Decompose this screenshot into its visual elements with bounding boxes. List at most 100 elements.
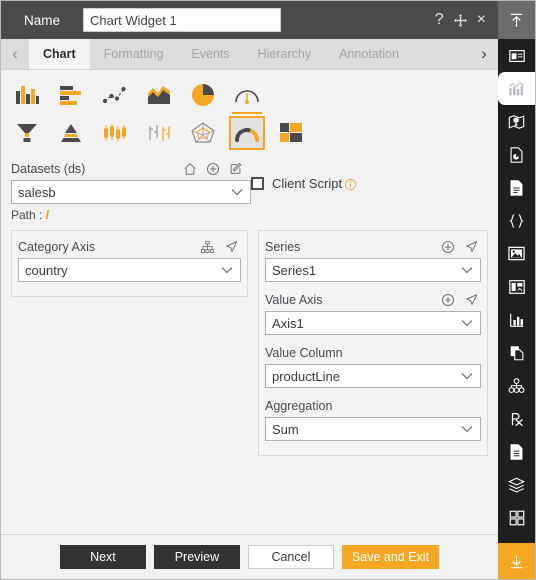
category-axis-select[interactable]: country [18, 258, 241, 282]
dataset-path: Path : / [11, 204, 251, 222]
config-panels: Category Axis country Series Series1 Val… [1, 224, 498, 534]
value-column-select[interactable]: productLine [265, 364, 481, 388]
hierarchy-icon[interactable] [200, 240, 215, 254]
value-axis-actions [441, 293, 481, 307]
value-axis-label: Value Axis [265, 292, 323, 307]
info-icon[interactable] [344, 178, 357, 191]
map-icon[interactable] [498, 105, 535, 138]
value-column-value: productLine [272, 368, 340, 384]
ohlc-chart-icon[interactable] [141, 116, 177, 150]
value-axis-value: Axis1 [272, 315, 304, 331]
tab-formatting[interactable]: Formatting [90, 39, 178, 69]
edit-icon[interactable] [229, 162, 243, 176]
tab-hierarchy[interactable]: Hierarchy [244, 39, 326, 69]
document-list-icon[interactable] [498, 435, 535, 468]
category-axis-actions [200, 240, 241, 254]
tab-chart[interactable]: Chart [29, 39, 90, 69]
series-field: Series Series1 [263, 235, 483, 288]
close-icon[interactable]: × [477, 12, 486, 28]
image-icon[interactable] [498, 237, 535, 270]
value-axis-field: Value Axis Axis1 [263, 288, 483, 341]
right-rail [498, 1, 535, 579]
series-config-panel: Series Series1 Value Axis Axis1 Value Co… [258, 230, 488, 456]
next-button[interactable]: Next [59, 545, 146, 569]
add-circle-icon[interactable] [441, 240, 455, 254]
category-axis-field: Category Axis country [16, 235, 243, 288]
chart-icon[interactable] [498, 72, 535, 105]
dataset-section: Datasets (ds) salesb Path: / [1, 160, 251, 222]
gauge-chart-icon[interactable] [229, 78, 265, 114]
save-and-exit-button[interactable]: Save and Exit [341, 545, 440, 569]
tabs-prev-arrow[interactable]: ‹ [1, 39, 29, 69]
download-icon[interactable] [498, 543, 535, 579]
code-braces-icon[interactable] [498, 204, 535, 237]
value-column-field: Value Column productLine [263, 341, 483, 394]
dialog-titlebar: Name Chart Widget 1 ? × [1, 1, 498, 39]
path-value: / [45, 208, 50, 222]
client-script-checkbox[interactable] [251, 177, 264, 190]
widget-name-input[interactable]: Chart Widget 1 [83, 8, 281, 32]
move-icon[interactable] [453, 13, 468, 28]
aggregation-header: Aggregation [265, 396, 481, 415]
layers-icon[interactable] [498, 468, 535, 501]
area-chart-icon[interactable] [141, 78, 177, 112]
dataset-value: salesb [18, 184, 56, 200]
column-chart-icon[interactable] [9, 78, 45, 112]
help-icon[interactable]: ? [435, 12, 444, 28]
radar-chart-icon[interactable] [185, 116, 221, 150]
scatter-line-chart-icon[interactable] [97, 78, 133, 112]
tabs-next-arrow[interactable]: › [470, 39, 498, 69]
bar-chart-icon[interactable] [53, 78, 89, 112]
arc-gauge-chart-icon[interactable] [229, 116, 265, 150]
client-script-label: Client Script [272, 176, 357, 191]
collapse-up-icon[interactable] [498, 1, 535, 39]
series-actions [441, 240, 481, 254]
candlestick-chart-icon[interactable] [97, 116, 133, 150]
bar-chart-panel-icon[interactable] [498, 303, 535, 336]
pyramid-chart-icon[interactable] [53, 116, 89, 150]
preview-button[interactable]: Preview [153, 545, 240, 569]
aggregation-select[interactable]: Sum [265, 417, 481, 441]
dataset-actions [183, 162, 251, 176]
category-axis-header: Category Axis [18, 237, 241, 256]
chevron-down-icon [460, 422, 474, 437]
add-circle-icon[interactable] [441, 293, 455, 307]
copy-page-icon[interactable] [498, 336, 535, 369]
home-icon[interactable] [183, 162, 197, 176]
category-axis-value: country [25, 262, 68, 278]
widget-panel-icon[interactable] [498, 39, 535, 72]
prescription-icon[interactable] [498, 402, 535, 435]
dashboard-icon[interactable] [498, 270, 535, 303]
funnel-chart-icon[interactable] [9, 116, 45, 150]
client-script-section: Client Script [251, 160, 357, 222]
chevron-down-icon [460, 263, 474, 278]
add-circle-icon[interactable] [206, 162, 220, 176]
client-script-text: Client Script [272, 176, 343, 191]
pie-chart-icon[interactable] [185, 78, 221, 112]
chart-type-row-1 [9, 76, 498, 114]
apps-grid-icon[interactable] [498, 501, 535, 534]
series-select[interactable]: Series1 [265, 258, 481, 282]
org-hierarchy-icon[interactable] [498, 369, 535, 402]
value-axis-select[interactable]: Axis1 [265, 311, 481, 335]
value-axis-header: Value Axis [265, 290, 481, 309]
aggregation-value: Sum [272, 421, 299, 437]
category-axis-panel: Category Axis country [11, 230, 248, 297]
series-value: Series1 [272, 262, 317, 278]
tab-annotation[interactable]: Annotation [325, 39, 413, 69]
tab-events[interactable]: Events [177, 39, 243, 69]
navigate-icon[interactable] [464, 293, 479, 307]
dataset-select[interactable]: salesb [11, 180, 251, 204]
category-axis-label: Category Axis [18, 239, 96, 254]
name-label: Name [23, 12, 60, 28]
cancel-button[interactable]: Cancel [247, 545, 334, 569]
report-page-icon[interactable] [498, 138, 535, 171]
navigate-icon[interactable] [464, 240, 479, 254]
series-header: Series [265, 237, 481, 256]
document-icon[interactable] [498, 171, 535, 204]
navigate-icon[interactable] [224, 240, 239, 254]
aggregation-label: Aggregation [265, 398, 333, 413]
treemap-chart-icon[interactable] [273, 116, 309, 150]
chevron-down-icon [220, 263, 234, 278]
tab-bar: ‹ Chart Formatting Events Hierarchy Anno… [1, 39, 498, 70]
